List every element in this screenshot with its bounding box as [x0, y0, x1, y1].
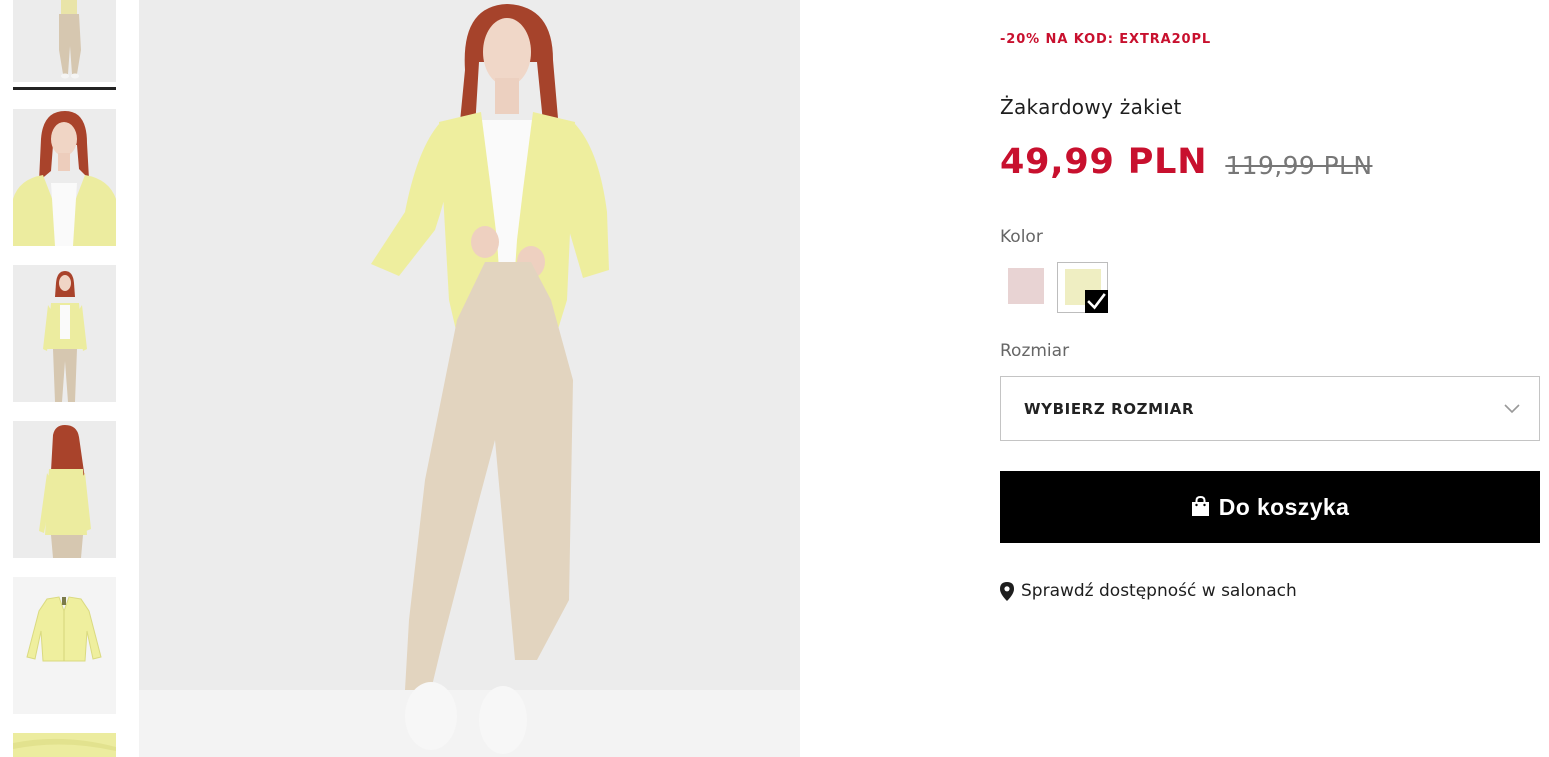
product-info-panel: -20% NA KOD: EXTRA20PL Żakardowy żakiet …	[1000, 0, 1540, 757]
store-availability-link[interactable]: Sprawdź dostępność w salonach	[1000, 581, 1297, 601]
thumbnail-image	[13, 0, 116, 82]
checkmark-icon	[1085, 290, 1108, 313]
chevron-down-icon	[1504, 404, 1520, 414]
add-to-cart-label: Do koszyka	[1218, 493, 1350, 520]
active-thumbnail-indicator	[13, 87, 116, 90]
thumbnail-image	[13, 265, 116, 402]
thumbnail-image	[13, 577, 116, 714]
size-dropdown-value: WYBIERZ ROZMIAR	[1024, 400, 1195, 418]
shopping-bag-icon	[1191, 495, 1209, 516]
store-availability-label: Sprawdź dostępność w salonach	[1021, 581, 1297, 601]
promo-code-banner: -20% NA KOD: EXTRA20PL	[1000, 32, 1212, 47]
size-label: Rozmiar	[1000, 341, 1070, 361]
color-swatch-pink[interactable]	[1008, 268, 1044, 304]
product-title: Żakardowy żakiet	[1000, 95, 1182, 119]
thumbnail-6[interactable]	[13, 733, 116, 757]
thumbnail-gallery	[13, 0, 116, 757]
size-dropdown[interactable]: WYBIERZ ROZMIAR	[1000, 376, 1540, 441]
thumbnail-5[interactable]	[13, 577, 116, 714]
thumbnail-image	[13, 733, 116, 757]
thumbnail-4[interactable]	[13, 421, 116, 558]
map-pin-icon	[1000, 581, 1014, 601]
thumbnail-image	[13, 109, 116, 246]
add-to-cart-button[interactable]: Do koszyka	[1000, 471, 1540, 543]
thumbnail-3[interactable]	[13, 265, 116, 402]
thumbnail-1[interactable]	[13, 0, 116, 82]
color-label: Kolor	[1000, 227, 1043, 247]
model-photo	[139, 0, 800, 757]
price-row: 49,99 PLN 119,99 PLN	[1000, 140, 1372, 184]
original-price: 119,99 PLN	[1225, 150, 1373, 180]
thumbnail-image	[13, 421, 116, 558]
current-price: 49,99 PLN	[1000, 142, 1208, 182]
main-product-image[interactable]	[139, 0, 800, 757]
thumbnail-2[interactable]	[13, 109, 116, 246]
color-swatch-yellow-selected[interactable]	[1057, 262, 1108, 313]
